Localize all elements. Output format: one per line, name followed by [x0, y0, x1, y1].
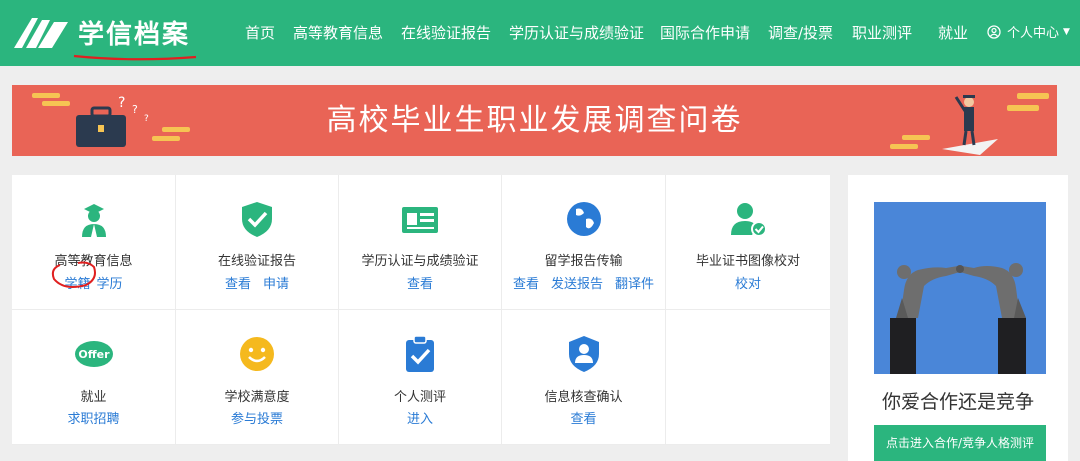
user-center-label: 个人中心: [1007, 26, 1060, 41]
service-info-verification: 信息核查确认 查看: [502, 310, 666, 445]
graduate-icon: [81, 204, 106, 237]
dash-decoration-icon: [1007, 93, 1049, 111]
nav-survey[interactable]: 调查/投票: [768, 22, 833, 43]
service-title: 信息核查确认: [544, 390, 623, 405]
service-links: 查看 发送报告 翻译件: [502, 273, 665, 292]
offer-icon: Offer: [74, 341, 113, 367]
sculpture-image[interactable]: [874, 202, 1046, 374]
service-empty-slot: [666, 310, 830, 445]
nav-home[interactable]: 首页: [245, 22, 275, 43]
smiley-icon: [240, 337, 274, 371]
nav-degree-certification[interactable]: 学历认证与成绩验证: [509, 22, 644, 43]
link-view[interactable]: 查看: [225, 277, 251, 292]
top-header: 学信档案 首页 高等教育信息 在线验证报告 学历认证与成绩验证 国际合作申请 调…: [0, 0, 1080, 66]
service-online-verification: 在线验证报告 查看 申请: [176, 175, 339, 310]
offer-label: Offer: [78, 348, 110, 361]
link-send-report[interactable]: 发送报告: [551, 277, 603, 292]
logo-text: 学信档案: [78, 19, 191, 50]
service-study-abroad: 留学报告传输 查看 发送报告 翻译件: [502, 175, 666, 310]
graduate-figure-icon: [942, 95, 998, 155]
service-title: 在线验证报告: [217, 254, 296, 269]
service-degree-certification: 学历认证与成绩验证 查看: [339, 175, 502, 310]
link-view[interactable]: 查看: [407, 277, 433, 292]
nav-career-test[interactable]: 职业测评: [852, 22, 912, 43]
nav-international[interactable]: 国际合作申请: [660, 22, 750, 43]
user-check-icon: [731, 203, 767, 237]
service-title: 学校满意度: [224, 390, 290, 405]
link-view[interactable]: 查看: [513, 277, 539, 292]
service-links: 进入: [339, 408, 501, 427]
service-links: 查看: [339, 273, 501, 292]
link-enter[interactable]: 进入: [407, 412, 433, 427]
link-proofread[interactable]: 校对: [735, 277, 761, 292]
dash-decoration-icon: [890, 135, 930, 149]
service-links: 校对: [666, 273, 830, 292]
logo[interactable]: 学信档案: [12, 12, 190, 52]
service-title: 留学报告传输: [544, 254, 623, 269]
link-job-search[interactable]: 求职招聘: [67, 412, 119, 427]
nav-online-verification[interactable]: 在线验证报告: [401, 22, 491, 43]
shield-check-icon: [242, 202, 272, 237]
link-degree[interactable]: 学历: [97, 277, 123, 292]
service-links: 参与投票: [176, 408, 338, 427]
red-circle-annotation: [51, 261, 96, 288]
user-icon: [987, 24, 1001, 39]
nav-higher-education[interactable]: 高等教育信息: [293, 22, 383, 43]
personality-test-button[interactable]: 点击进入合作/竞争人格测评: [874, 425, 1046, 461]
link-vote[interactable]: 参与投票: [231, 412, 283, 427]
red-underline-annotation: [73, 54, 197, 61]
link-view[interactable]: 查看: [570, 412, 596, 427]
services-panel: 高等教育信息 学籍 学历 在线验证报告 查看 申请 学历认证与成绩验证 查看 留…: [12, 175, 830, 445]
service-title: 学历认证与成绩验证: [361, 254, 479, 269]
promo-title: 你爱合作还是竞争: [881, 391, 1034, 413]
survey-banner[interactable]: ? ? ? 高校毕业生职业发展调查问卷: [12, 85, 1057, 156]
nav-employment[interactable]: 就业: [938, 22, 968, 43]
service-personal-assessment: 个人测评 进入: [339, 310, 502, 445]
link-translation[interactable]: 翻译件: [615, 277, 654, 292]
user-center-menu[interactable]: 个人中心 ▼: [987, 22, 1070, 41]
globe-icon: [566, 202, 601, 236]
id-card-icon: [402, 207, 438, 233]
service-title: 就业: [80, 390, 107, 405]
side-promo-card: 你爱合作还是竞争 点击进入合作/竞争人格测评: [848, 175, 1068, 461]
user-shield-icon: [568, 336, 599, 372]
chevron-down-icon: ▼: [1063, 26, 1070, 37]
clipboard-check-icon: [406, 335, 434, 372]
service-links: 求职招聘: [12, 408, 175, 427]
service-title: 毕业证书图像校对: [695, 254, 800, 269]
logo-book-icon: [14, 18, 68, 48]
service-certificate-proofread: 毕业证书图像校对 校对: [666, 175, 830, 310]
service-title: 个人测评: [393, 390, 446, 405]
service-employment: Offer 就业 求职招聘: [12, 310, 176, 445]
service-links: 查看: [502, 408, 665, 427]
service-school-satisfaction: 学校满意度 参与投票: [176, 310, 339, 445]
service-links: 查看 申请: [176, 273, 338, 292]
service-higher-education: 高等教育信息 学籍 学历: [12, 175, 176, 310]
link-apply[interactable]: 申请: [263, 277, 289, 292]
